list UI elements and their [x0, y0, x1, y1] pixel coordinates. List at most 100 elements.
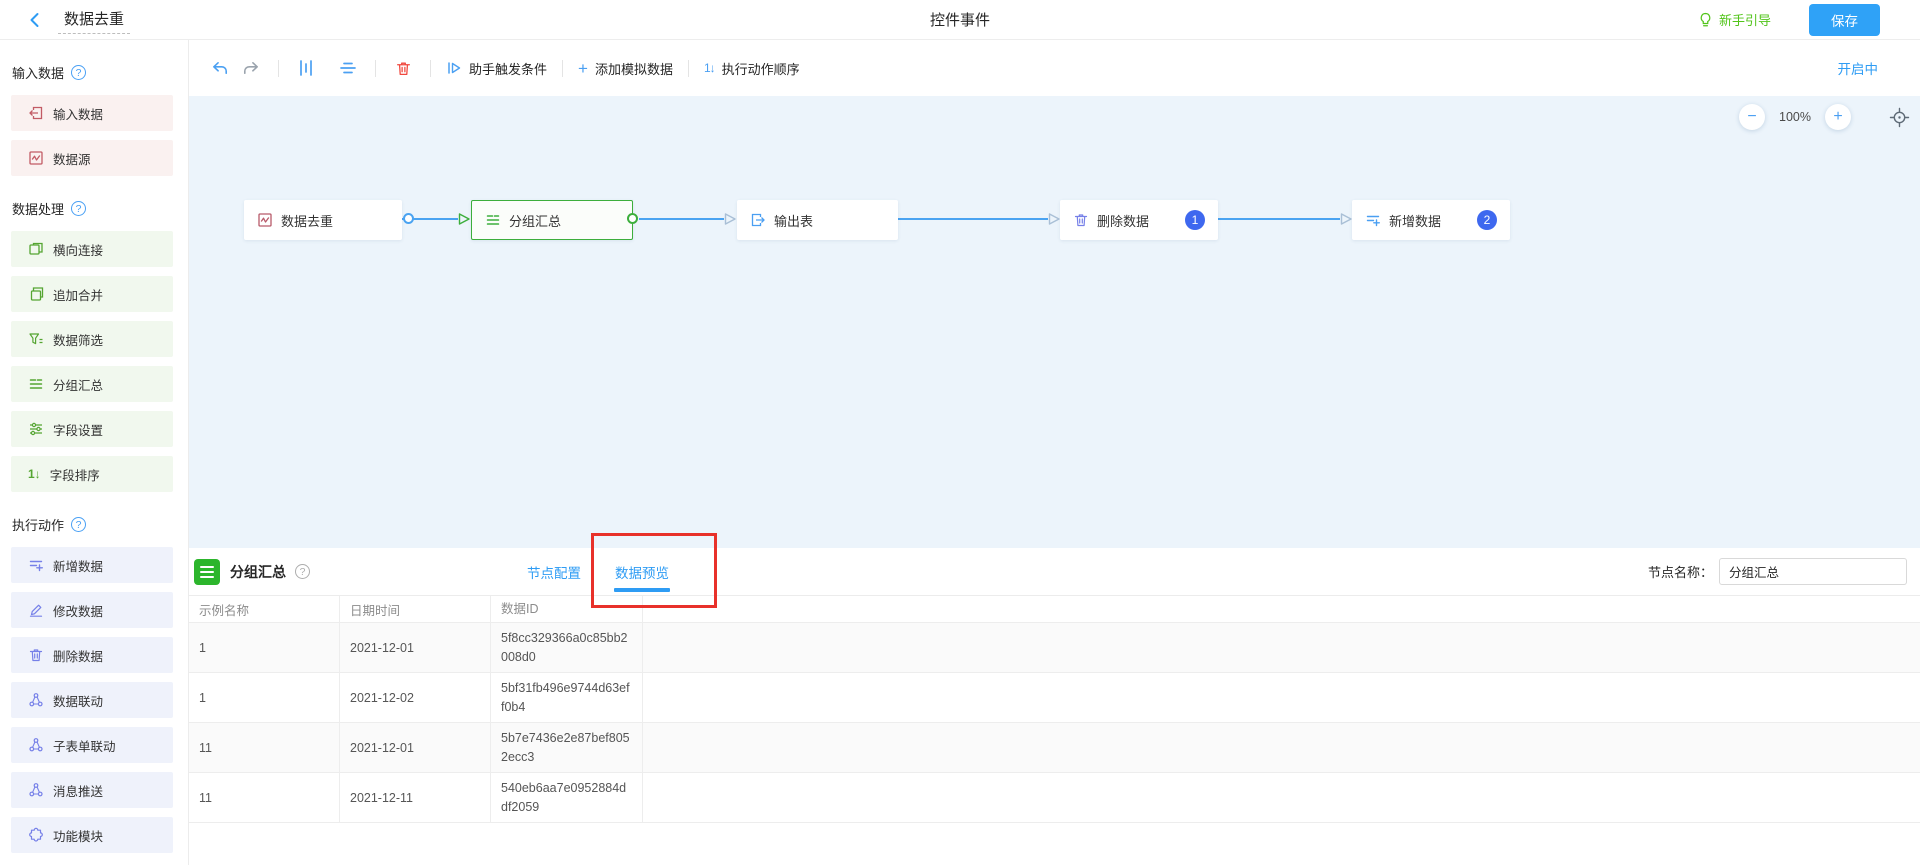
save-button[interactable]: 保存 [1809, 4, 1880, 36]
cell: 5b7e7436e2e87bef8052ecc3 [491, 723, 643, 772]
node-name-field: 节点名称： [1648, 548, 1907, 595]
chevron-left-icon [26, 11, 44, 29]
sidebar-item-function-module[interactable]: 功能模块 [11, 817, 173, 853]
help-icon[interactable]: ? [71, 65, 86, 80]
connector-line [639, 218, 724, 220]
node-data-dedupe[interactable]: 数据去重 [244, 200, 402, 240]
cell: 1 [189, 623, 340, 672]
align-vertical-button[interactable] [294, 56, 318, 80]
node-name-input[interactable] [1719, 558, 1907, 585]
top-bar: 数据去重 控件事件 新手引导 保存 [0, 0, 1920, 40]
add-mock-data-button[interactable]: + 添加模拟数据 [578, 59, 673, 78]
align-horizontal-button[interactable] [336, 56, 360, 80]
sidebar-item-label: 功能模块 [53, 826, 103, 845]
cell: 5bf31fb496e9744d63eff0b4 [491, 673, 643, 722]
panel-tabs: 节点配置 数据预览 [527, 548, 669, 595]
undo-icon [210, 60, 229, 77]
delete-node-button[interactable] [391, 56, 415, 80]
cell: 2021-12-01 [340, 623, 491, 672]
node-delete-data[interactable]: 删除数据 1 [1060, 200, 1218, 240]
sort-order-icon: 1↓ [704, 61, 715, 75]
export-icon [750, 212, 766, 228]
sliders-icon [28, 421, 44, 437]
sidebar-item-input-data[interactable]: 输入数据 [11, 95, 173, 131]
zoom-out-button[interactable]: − [1739, 104, 1765, 130]
sidebar-item-append-merge[interactable]: 追加合并 [11, 276, 173, 312]
cell: 2021-12-02 [340, 673, 491, 722]
undo-button[interactable] [207, 56, 231, 80]
source-port[interactable] [627, 213, 638, 224]
tab-data-preview[interactable]: 数据预览 [615, 548, 669, 595]
sidebar-item-label: 分组汇总 [53, 375, 103, 394]
source-port[interactable] [403, 213, 414, 224]
bulb-icon [1698, 12, 1713, 28]
sidebar-item-data-source[interactable]: 数据源 [11, 140, 173, 176]
sidebar-item-label: 数据源 [53, 149, 91, 168]
status-toggle[interactable]: 开启中 [1838, 58, 1879, 78]
zoom-in-button[interactable]: + [1825, 104, 1851, 130]
plus-icon: + [578, 60, 588, 77]
section-title: 执行动作 [12, 515, 64, 534]
sidebar-item-edit-data[interactable]: 修改数据 [11, 592, 173, 628]
node-label: 新增数据 [1389, 211, 1441, 230]
flow-canvas[interactable]: − 100% + 数据去重 分组汇总 输出表 [189, 96, 1920, 548]
node-label: 删除数据 [1097, 211, 1149, 230]
assistant-trigger-label: 助手触发条件 [469, 59, 547, 78]
sidebar-item-group-summary[interactable]: 分组汇总 [11, 366, 173, 402]
zoom-level: 100% [1779, 110, 1811, 124]
trash-icon [395, 60, 412, 77]
connector-line [898, 218, 1048, 220]
node-badge: 1 [1185, 210, 1205, 230]
sidebar-item-horizontal-join[interactable]: 横向连接 [11, 231, 173, 267]
add-rows-icon [1365, 212, 1381, 228]
cell: 11 [189, 773, 340, 822]
help-icon[interactable]: ? [295, 564, 310, 579]
sidebar-item-field-settings[interactable]: 字段设置 [11, 411, 173, 447]
help-icon[interactable]: ? [71, 201, 86, 216]
section-title: 输入数据 [12, 63, 64, 82]
node-add-data[interactable]: 新增数据 2 [1352, 200, 1510, 240]
column-header-empty [643, 596, 1920, 622]
locate-icon[interactable] [1889, 107, 1910, 128]
beginner-guide-button[interactable]: 新手引导 [1698, 10, 1771, 29]
toolbar-divider [430, 60, 431, 77]
sidebar-item-field-sort[interactable]: 1↓ 字段排序 [11, 456, 173, 492]
sidebar-item-label: 子表单联动 [53, 736, 116, 755]
toolbar-divider [562, 60, 563, 77]
assistant-trigger-button[interactable]: 助手触发条件 [446, 59, 547, 78]
sidebar-item-label: 消息推送 [53, 781, 103, 800]
redo-icon [242, 60, 261, 77]
tab-node-config[interactable]: 节点配置 [527, 548, 581, 595]
sidebar-item-data-filter[interactable]: 数据筛选 [11, 321, 173, 357]
cell: 2021-12-11 [340, 773, 491, 822]
node-config-panel: 分组汇总 ? 节点配置 数据预览 节点名称： 示例名称 日期时间 数据ID 1 … [189, 548, 1920, 865]
sidebar-item-label: 数据联动 [53, 691, 103, 710]
node-label: 分组汇总 [509, 211, 561, 230]
sidebar-item-message-push[interactable]: 消息推送 [11, 772, 173, 808]
sidebar-item-data-linkage[interactable]: 数据联动 [11, 682, 173, 718]
cell: 2021-12-01 [340, 723, 491, 772]
back-button[interactable] [26, 11, 44, 29]
sidebar-item-label: 修改数据 [53, 601, 103, 620]
stack-squares-icon [28, 286, 44, 302]
linkage-icon [28, 692, 44, 708]
redo-button[interactable] [239, 56, 263, 80]
workflow-title[interactable]: 数据去重 [58, 6, 130, 34]
node-output-table[interactable]: 输出表 [737, 200, 898, 240]
help-icon[interactable]: ? [71, 517, 86, 532]
sort-icon: 1↓ [28, 468, 41, 480]
arrow-head-icon [458, 212, 471, 226]
sidebar-item-subform-linkage[interactable]: 子表单联动 [11, 727, 173, 763]
column-header: 示例名称 [189, 596, 340, 622]
sidebar-item-delete-data[interactable]: 删除数据 [11, 637, 173, 673]
trash-icon [1073, 212, 1089, 228]
sidebar-item-add-data[interactable]: 新增数据 [11, 547, 173, 583]
sidebar-item-label: 追加合并 [53, 285, 103, 304]
cell: 11 [189, 723, 340, 772]
action-order-button[interactable]: 1↓ 执行动作顺序 [704, 59, 800, 78]
node-group-summary[interactable]: 分组汇总 [471, 200, 633, 240]
sidebar-item-label: 字段排序 [50, 465, 100, 484]
funnel-icon [28, 331, 44, 347]
run-condition-icon [446, 60, 462, 76]
node-label: 输出表 [774, 211, 813, 230]
